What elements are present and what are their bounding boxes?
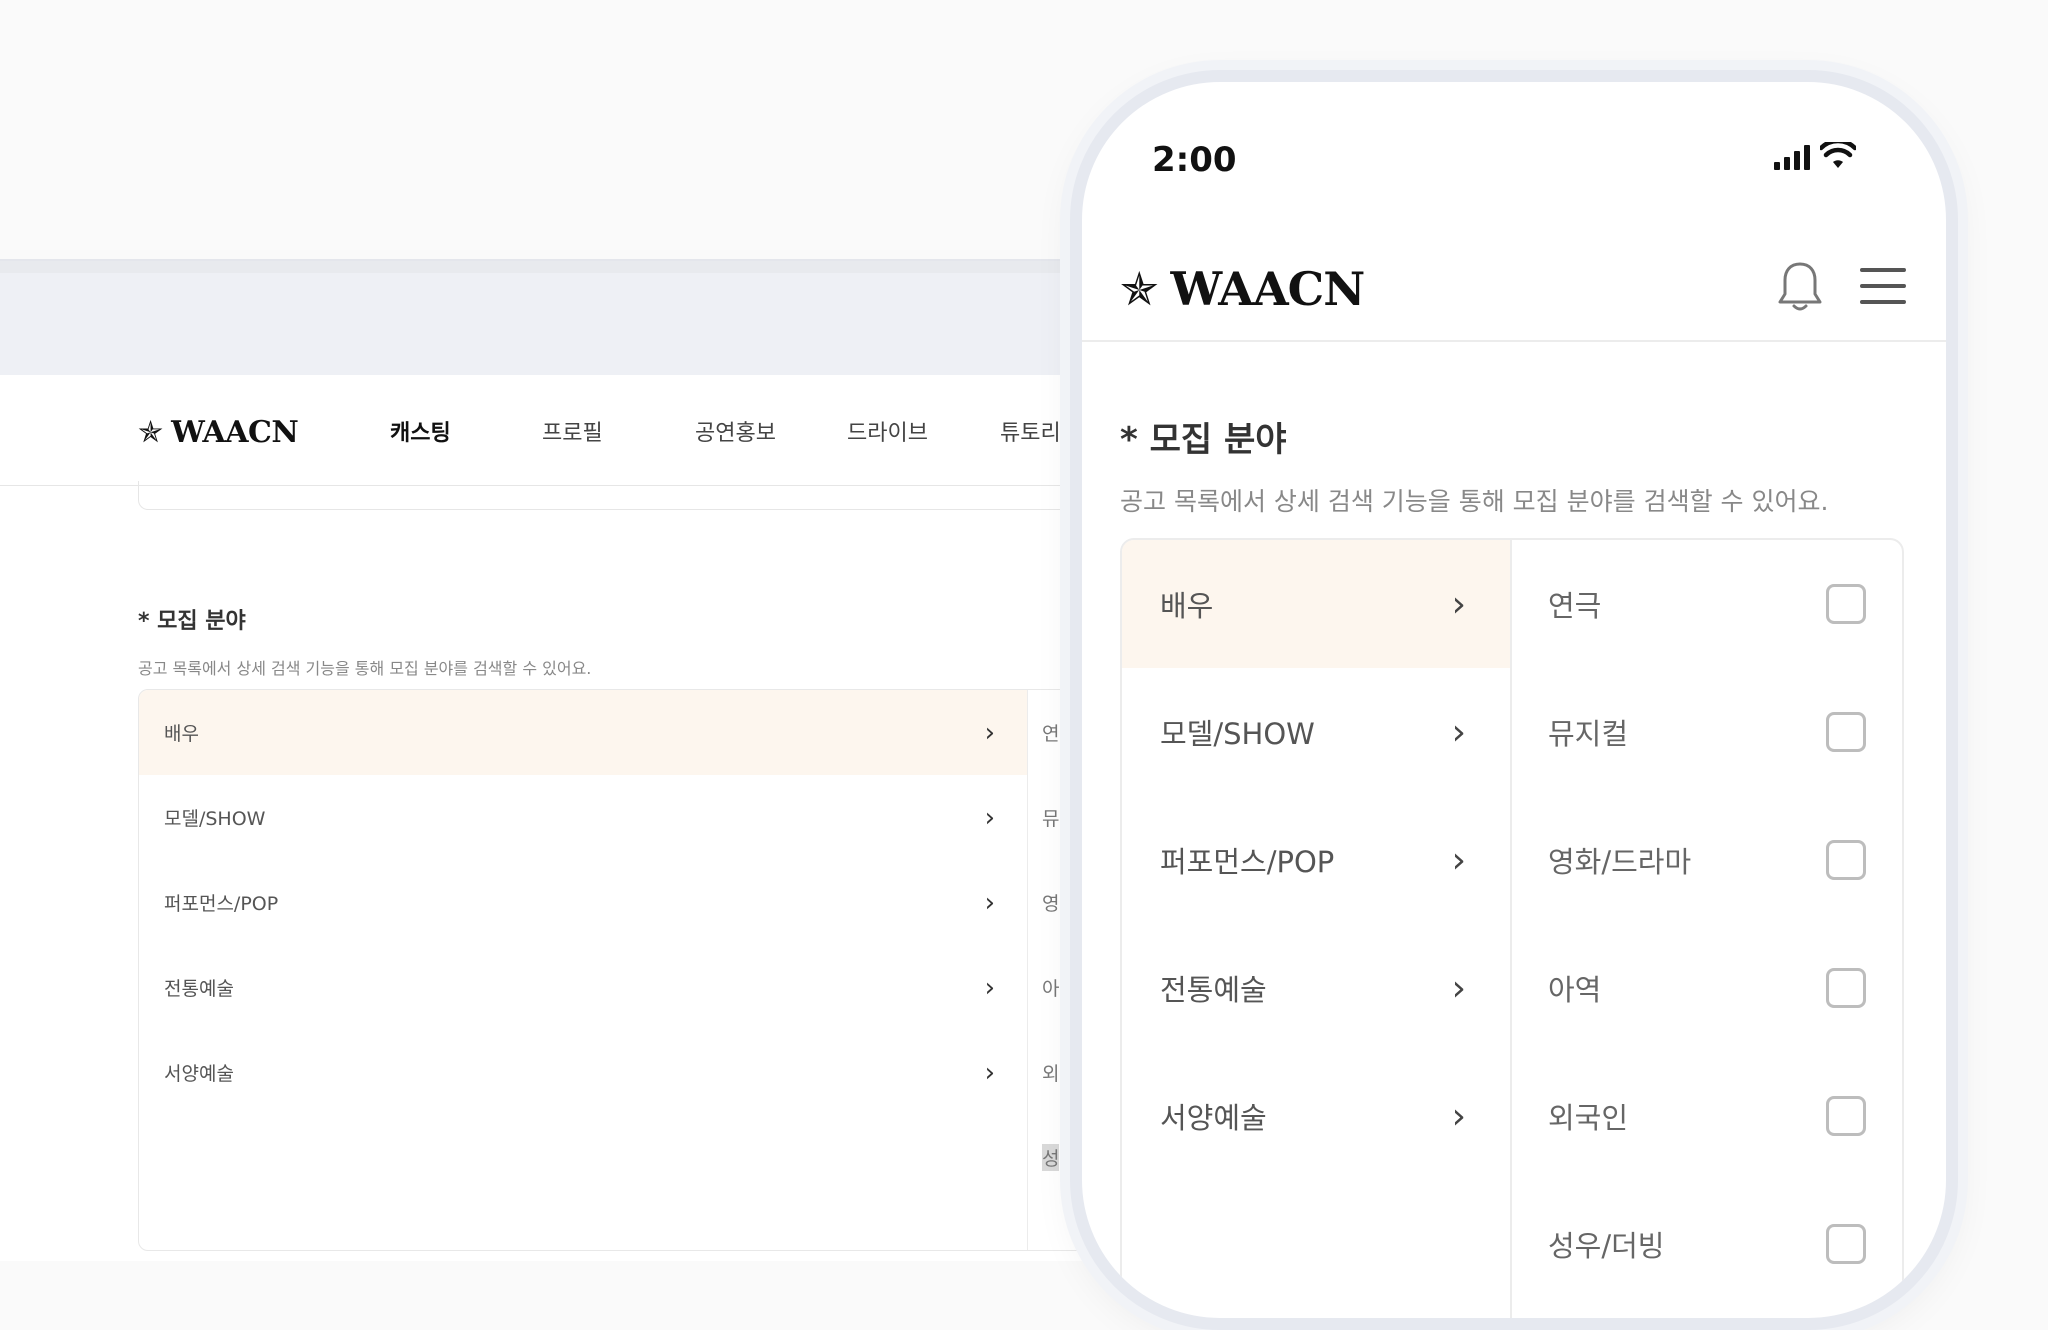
- section-title: * 모집 분야: [1120, 420, 1287, 460]
- nav-tutorial[interactable]: 튜토리얼: [1000, 415, 1081, 447]
- chevron-right-icon: ›: [1451, 839, 1466, 881]
- app-header: ✯ WAACN: [1082, 232, 1946, 342]
- chevron-right-icon: ›: [984, 887, 995, 918]
- status-bar: 2:00: [1082, 82, 1946, 192]
- nav-casting[interactable]: 캐스팅: [390, 415, 542, 447]
- desktop-section-header: * 모집 분야 공고 목록에서 상세 검색 기능을 통해 모집 분야를 검색할 …: [138, 603, 591, 679]
- desktop-category-item[interactable]: 모델/SHOW ›: [139, 775, 1027, 860]
- phone-preview: 2:00 ✯ WAACN * 모집 분야 공고 목록에서 상세 검색 기능을 통…: [1070, 70, 1958, 1330]
- category-item[interactable]: 퍼포먼스/POP ›: [1122, 796, 1510, 924]
- nav-profile[interactable]: 프로필: [542, 415, 695, 447]
- desktop-category-list: 배우 › 모델/SHOW › 퍼포먼스/POP › 전통예술 › 서양예술 ›: [139, 690, 1028, 1250]
- checkbox[interactable]: [1826, 1224, 1866, 1264]
- category-item[interactable]: 전통예술 ›: [1122, 924, 1510, 1052]
- desktop-category-item[interactable]: 전통예술 ›: [139, 945, 1027, 1030]
- checkbox[interactable]: [1826, 712, 1866, 752]
- subcategory-item[interactable]: 뮤지컬: [1512, 668, 1902, 796]
- nav-drive[interactable]: 드라이브: [847, 415, 1000, 447]
- checkbox[interactable]: [1826, 968, 1866, 1008]
- desktop-section-title: * 모집 분야: [138, 609, 246, 634]
- checkbox[interactable]: [1826, 840, 1866, 880]
- chevron-right-icon: ›: [1451, 583, 1466, 625]
- subcategory-item[interactable]: 연극: [1512, 540, 1902, 668]
- chevron-right-icon: ›: [1451, 967, 1466, 1009]
- subcategory-item[interactable]: 영화/드라마: [1512, 796, 1902, 924]
- desktop-category-item[interactable]: 서양예술 ›: [139, 1030, 1027, 1115]
- desktop-nav: ✯ WAACN 캐스팅 프로필 공연홍보 드라이브 튜토리얼: [0, 375, 1130, 486]
- subcategory-item[interactable]: 외국인: [1512, 1052, 1902, 1180]
- nav-promotion[interactable]: 공연홍보: [695, 415, 847, 447]
- desktop-category-item[interactable]: 배우 ›: [139, 690, 1027, 775]
- status-time: 2:00: [1152, 140, 1237, 180]
- bell-icon[interactable]: [1776, 260, 1824, 314]
- chevron-right-icon: ›: [1451, 1095, 1466, 1137]
- star-logo-icon: ✯: [1120, 262, 1159, 316]
- chevron-right-icon: ›: [984, 972, 995, 1003]
- category-item[interactable]: 배우 ›: [1122, 540, 1510, 668]
- chevron-right-icon: ›: [984, 1057, 995, 1088]
- star-logo-icon: ✯: [138, 414, 164, 450]
- status-icons: [1774, 142, 1856, 170]
- subcategory-list: 연극 뮤지컬 영화/드라마 아역 외국인 성우/더빙: [1512, 540, 1902, 1308]
- category-panel: 배우 › 모델/SHOW › 퍼포먼스/POP › 전통예술 › 서양예술 › 연극 뮤지…: [1120, 538, 1904, 1318]
- wifi-icon: [1820, 142, 1856, 168]
- hamburger-menu-icon[interactable]: [1860, 268, 1906, 304]
- subcategory-item[interactable]: 성우/더빙: [1512, 1180, 1902, 1308]
- app-logo[interactable]: ✯ WAACN: [1120, 262, 1365, 316]
- chevron-right-icon: ›: [1451, 711, 1466, 753]
- section-description: 공고 목록에서 상세 검색 기능을 통해 모집 분야를 검색할 수 있어요.: [1120, 487, 1829, 516]
- subcategory-item[interactable]: 아역: [1512, 924, 1902, 1052]
- checkbox[interactable]: [1826, 584, 1866, 624]
- chevron-right-icon: ›: [984, 717, 995, 748]
- desktop-category-panel: 배우 › 모델/SHOW › 퍼포먼스/POP › 전통예술 › 서양예술 › 연 뮤 영…: [138, 689, 1130, 1251]
- category-item[interactable]: 모델/SHOW ›: [1122, 668, 1510, 796]
- category-list: 배우 › 모델/SHOW › 퍼포먼스/POP › 전통예술 › 서양예술 ›: [1122, 540, 1512, 1318]
- desktop-category-item[interactable]: 퍼포먼스/POP ›: [139, 860, 1027, 945]
- desktop-section-desc: 공고 목록에서 상세 검색 기능을 통해 모집 분야를 검색할 수 있어요.: [138, 659, 592, 678]
- desktop-logo[interactable]: ✯ WAACN: [138, 414, 299, 450]
- checkbox[interactable]: [1826, 1096, 1866, 1136]
- browser-bar: [0, 261, 1130, 375]
- signal-icon: [1774, 144, 1810, 170]
- desktop-preview: ✯ WAACN 캐스팅 프로필 공연홍보 드라이브 튜토리얼 * 모집 분야 공…: [0, 261, 1130, 1261]
- category-item[interactable]: 서양예술 ›: [1122, 1052, 1510, 1180]
- desktop-menu: 캐스팅 프로필 공연홍보 드라이브 튜토리얼: [390, 415, 1081, 447]
- previous-field-box: [138, 481, 1130, 510]
- chevron-right-icon: ›: [984, 802, 995, 833]
